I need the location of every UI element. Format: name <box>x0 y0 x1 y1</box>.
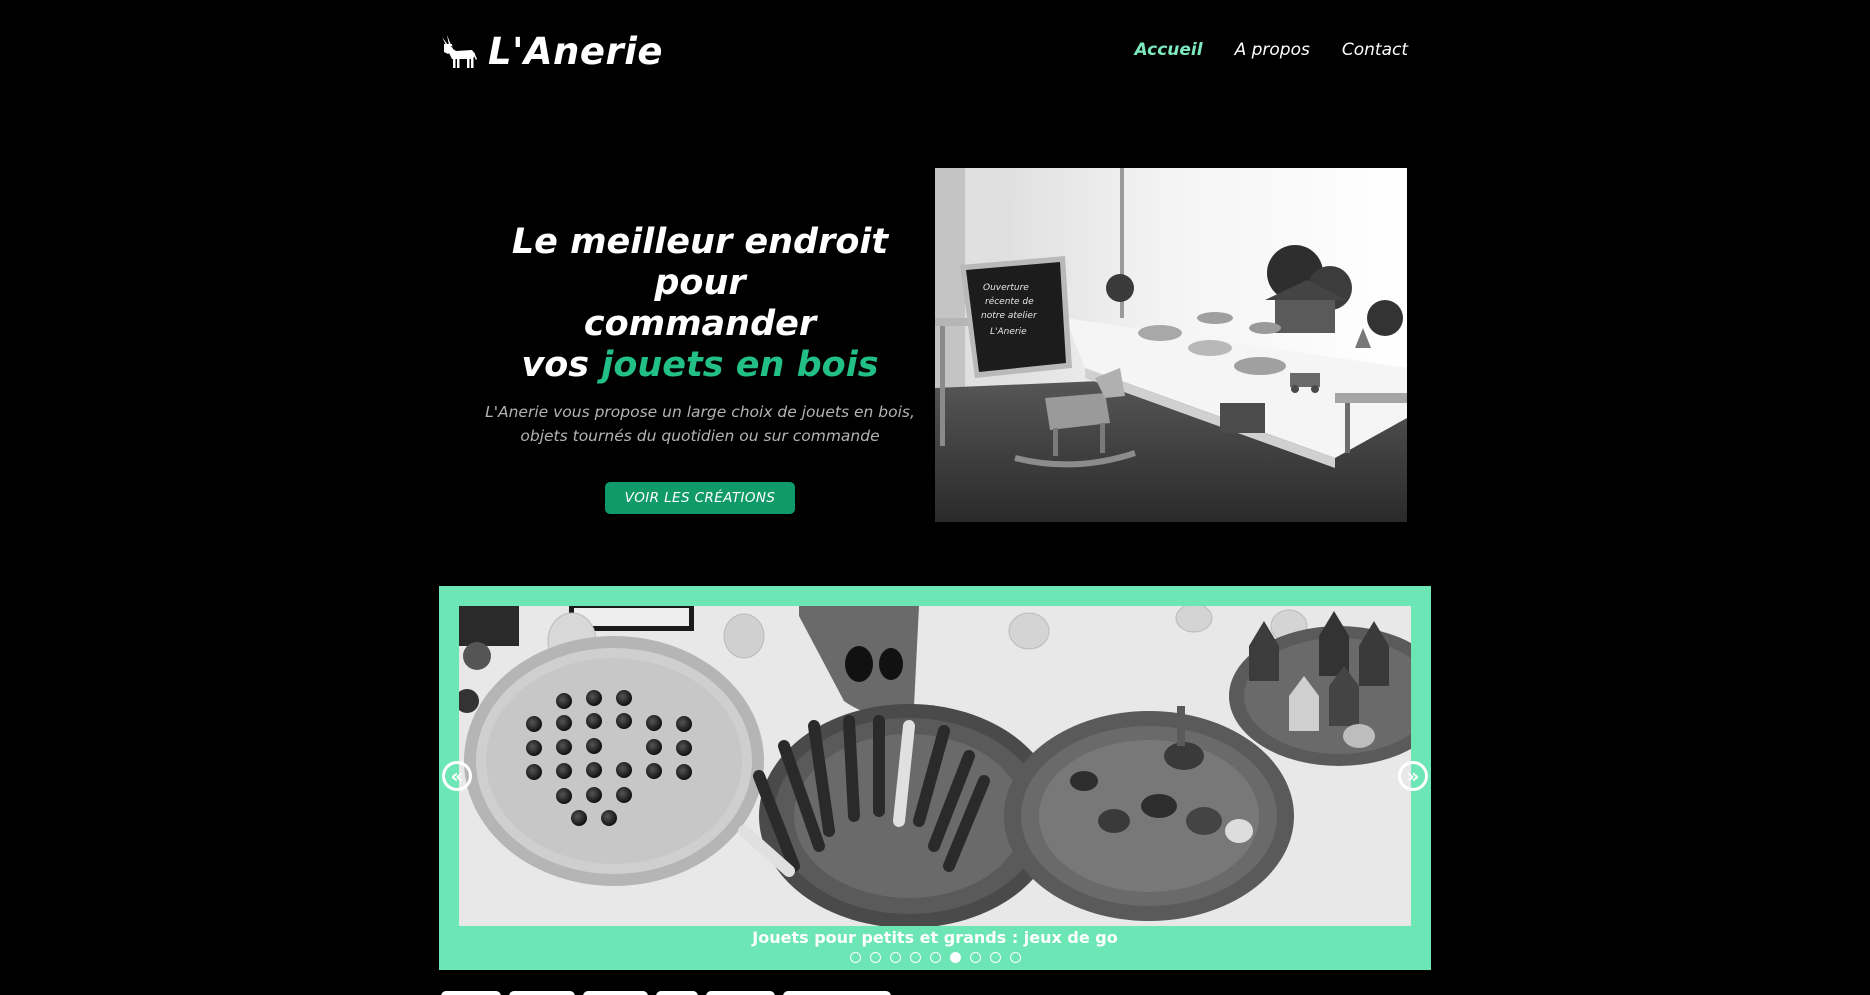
carousel-dot-8[interactable] <box>989 952 1001 963</box>
donkey-icon <box>438 34 478 69</box>
nav-item-contact[interactable]: Contact <box>1342 40 1408 60</box>
brand-name: L'Anerie <box>488 30 663 73</box>
below-fold-tile <box>509 991 575 995</box>
hero-title-accent: jouets en bois <box>601 345 879 385</box>
carousel-dot-3[interactable] <box>889 952 901 963</box>
carousel-dot-7[interactable] <box>969 952 981 963</box>
carousel-prev-button[interactable]: « <box>442 761 472 791</box>
below-fold-tile <box>656 991 698 995</box>
hero-text: Le meilleur endroit pour commander vos j… <box>480 222 920 514</box>
carousel: « » Jouets pour petits et grands : jeux … <box>439 586 1431 970</box>
chevron-double-left-icon: « <box>450 764 464 788</box>
below-fold-tile <box>706 991 775 995</box>
hero-title: Le meilleur endroit pour commander vos j… <box>480 222 920 386</box>
hero-title-prefix: vos <box>521 345 602 385</box>
hero-title-line2: commander <box>583 304 817 344</box>
below-fold-tiles <box>441 991 891 995</box>
carousel-dot-4[interactable] <box>909 952 921 963</box>
carousel-next-button[interactable]: » <box>1398 761 1428 791</box>
page: L'Anerie Accueil A propos Contact Le mei… <box>0 0 1870 995</box>
nav-item-a-propos[interactable]: A propos <box>1235 40 1310 60</box>
svg-text:récente de: récente de <box>985 296 1034 307</box>
carousel-caption: Jouets pour petits et grands : jeux de g… <box>752 928 1118 947</box>
svg-text:Ouverture: Ouverture <box>983 283 1029 293</box>
hero-title-line1: Le meilleur endroit pour <box>511 222 889 303</box>
svg-text:notre atelier: notre atelier <box>981 311 1038 321</box>
brand[interactable]: L'Anerie <box>438 30 663 73</box>
chevron-double-right-icon: » <box>1406 764 1420 788</box>
below-fold-tile <box>441 991 501 995</box>
voir-creations-button[interactable]: VOIR LES CRÉATIONS <box>604 482 796 514</box>
hero-subtitle: L'Anerie vous propose un large choix de … <box>485 403 915 445</box>
carousel-dot-2[interactable] <box>869 952 881 963</box>
carousel-dot-9[interactable] <box>1009 952 1021 963</box>
below-fold-tile <box>583 991 648 995</box>
carousel-dot-1[interactable] <box>849 952 861 963</box>
hero-photo: Ouverture récente de notre atelier L'Ane… <box>935 168 1407 522</box>
below-fold-tile <box>783 991 891 995</box>
nav-item-accueil[interactable]: Accueil <box>1135 40 1203 60</box>
carousel-dot-6[interactable] <box>949 952 961 963</box>
main-nav: Accueil A propos Contact <box>1135 40 1408 60</box>
carousel-dot-5[interactable] <box>929 952 941 963</box>
carousel-indicators <box>439 952 1431 963</box>
svg-text:L'Anerie: L'Anerie <box>990 327 1027 337</box>
carousel-slide-photo <box>459 606 1411 926</box>
